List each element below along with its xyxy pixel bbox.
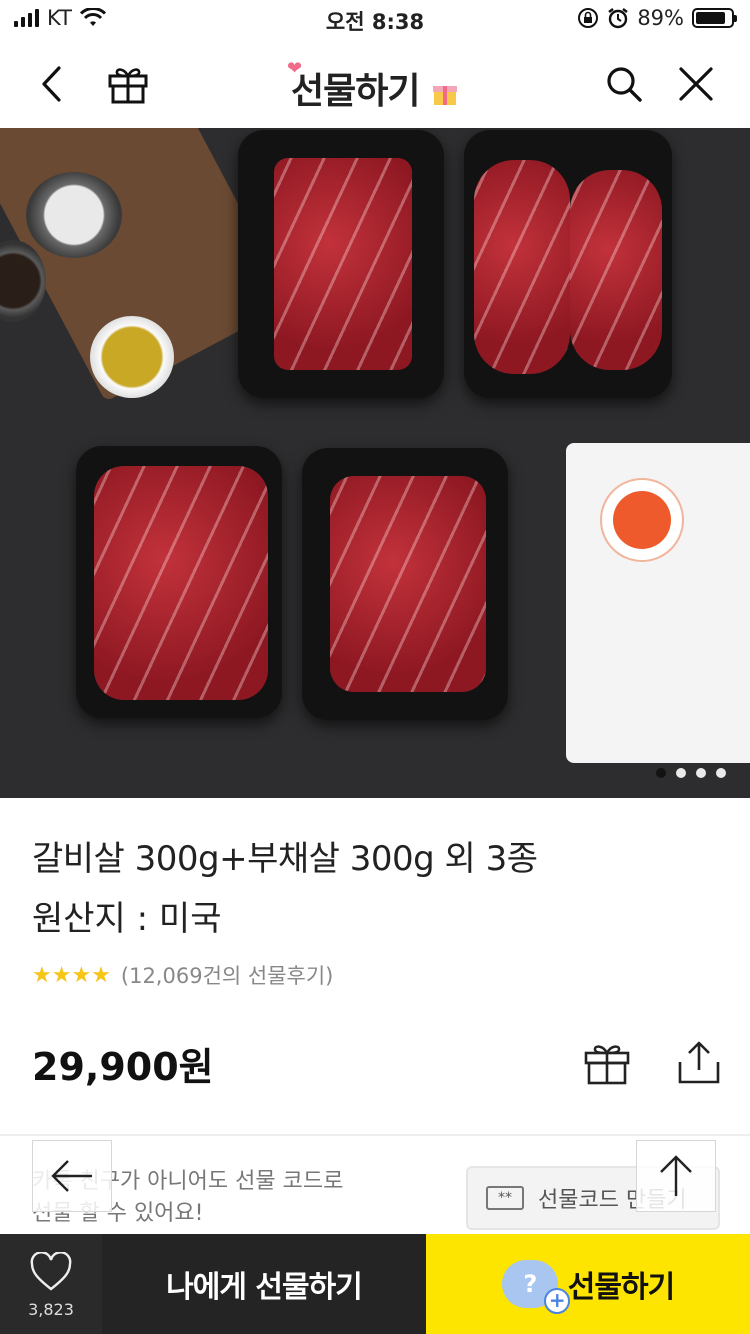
question-bubble-icon: ? +	[501, 1260, 570, 1314]
battery-percent: 89%	[637, 6, 684, 30]
heart-outline-icon	[30, 1252, 72, 1291]
wish-count: 3,823	[28, 1300, 74, 1319]
status-right: 89%	[577, 6, 737, 30]
password-icon: **	[486, 1186, 524, 1210]
carousel-dot	[656, 768, 666, 778]
gift-wrap-button[interactable]	[582, 1040, 632, 1086]
top-navigation: ❤ 선물하기	[0, 40, 750, 128]
meat-tray-3	[76, 446, 282, 718]
scroll-top-button[interactable]	[636, 1140, 716, 1212]
send-gift-label: 선물하기	[567, 1270, 675, 1305]
carousel-dot	[696, 768, 706, 778]
share-icon	[678, 1041, 720, 1084]
oil-bowl-image	[90, 316, 174, 398]
product-image-carousel[interactable]	[0, 128, 750, 798]
rating-row[interactable]: ★★★★ (12,069건의 선물후기)	[32, 960, 333, 990]
wish-button[interactable]: 3,823	[0, 1234, 102, 1334]
arrow-left-icon	[51, 1160, 92, 1192]
carousel-dot	[676, 768, 686, 778]
gift-to-self-label: 나에게 선물하기	[166, 1270, 363, 1305]
search-icon	[607, 67, 642, 102]
bottom-action-bar: 3,823 나에게 선물하기 ? + 선물하기	[0, 1234, 750, 1334]
heart-icon: ❤	[287, 58, 302, 79]
share-button[interactable]	[674, 1040, 724, 1086]
gift-emoji-icon	[433, 86, 458, 105]
close-button[interactable]	[666, 54, 726, 114]
status-bar: KT 오전 8:38 89%	[0, 0, 750, 40]
product-origin: 원산지 : 미국	[32, 899, 222, 939]
product-title: 갈비살 300g+부채살 300g 외 3종	[32, 839, 538, 879]
arrow-up-icon	[660, 1155, 692, 1196]
gift-to-self-button[interactable]: 나에게 선물하기	[102, 1234, 426, 1334]
review-count[interactable]: (12,069건의 선물후기)	[121, 960, 333, 990]
meat-tray-2	[464, 130, 672, 398]
product-price: 29,900원	[32, 1045, 214, 1089]
salt-bowl-image	[26, 172, 122, 258]
meat-tray-4	[302, 448, 508, 720]
page-title-text: 선물하기	[290, 71, 420, 112]
carousel-indicator	[656, 768, 726, 778]
star-rating-icon: ★★★★	[32, 962, 111, 988]
meat-tray-1	[238, 130, 444, 398]
gift-icon	[584, 1045, 630, 1085]
rotation-lock-icon	[578, 8, 599, 28]
send-gift-button[interactable]: ? + 선물하기	[426, 1234, 750, 1334]
search-button[interactable]	[594, 54, 654, 114]
close-icon	[679, 67, 713, 101]
alarm-icon	[608, 8, 629, 29]
battery-icon	[692, 8, 737, 28]
carousel-dot	[716, 768, 726, 778]
floating-back-button[interactable]	[32, 1140, 112, 1212]
section-divider	[0, 1134, 750, 1136]
brand-sticker-image	[600, 478, 684, 562]
